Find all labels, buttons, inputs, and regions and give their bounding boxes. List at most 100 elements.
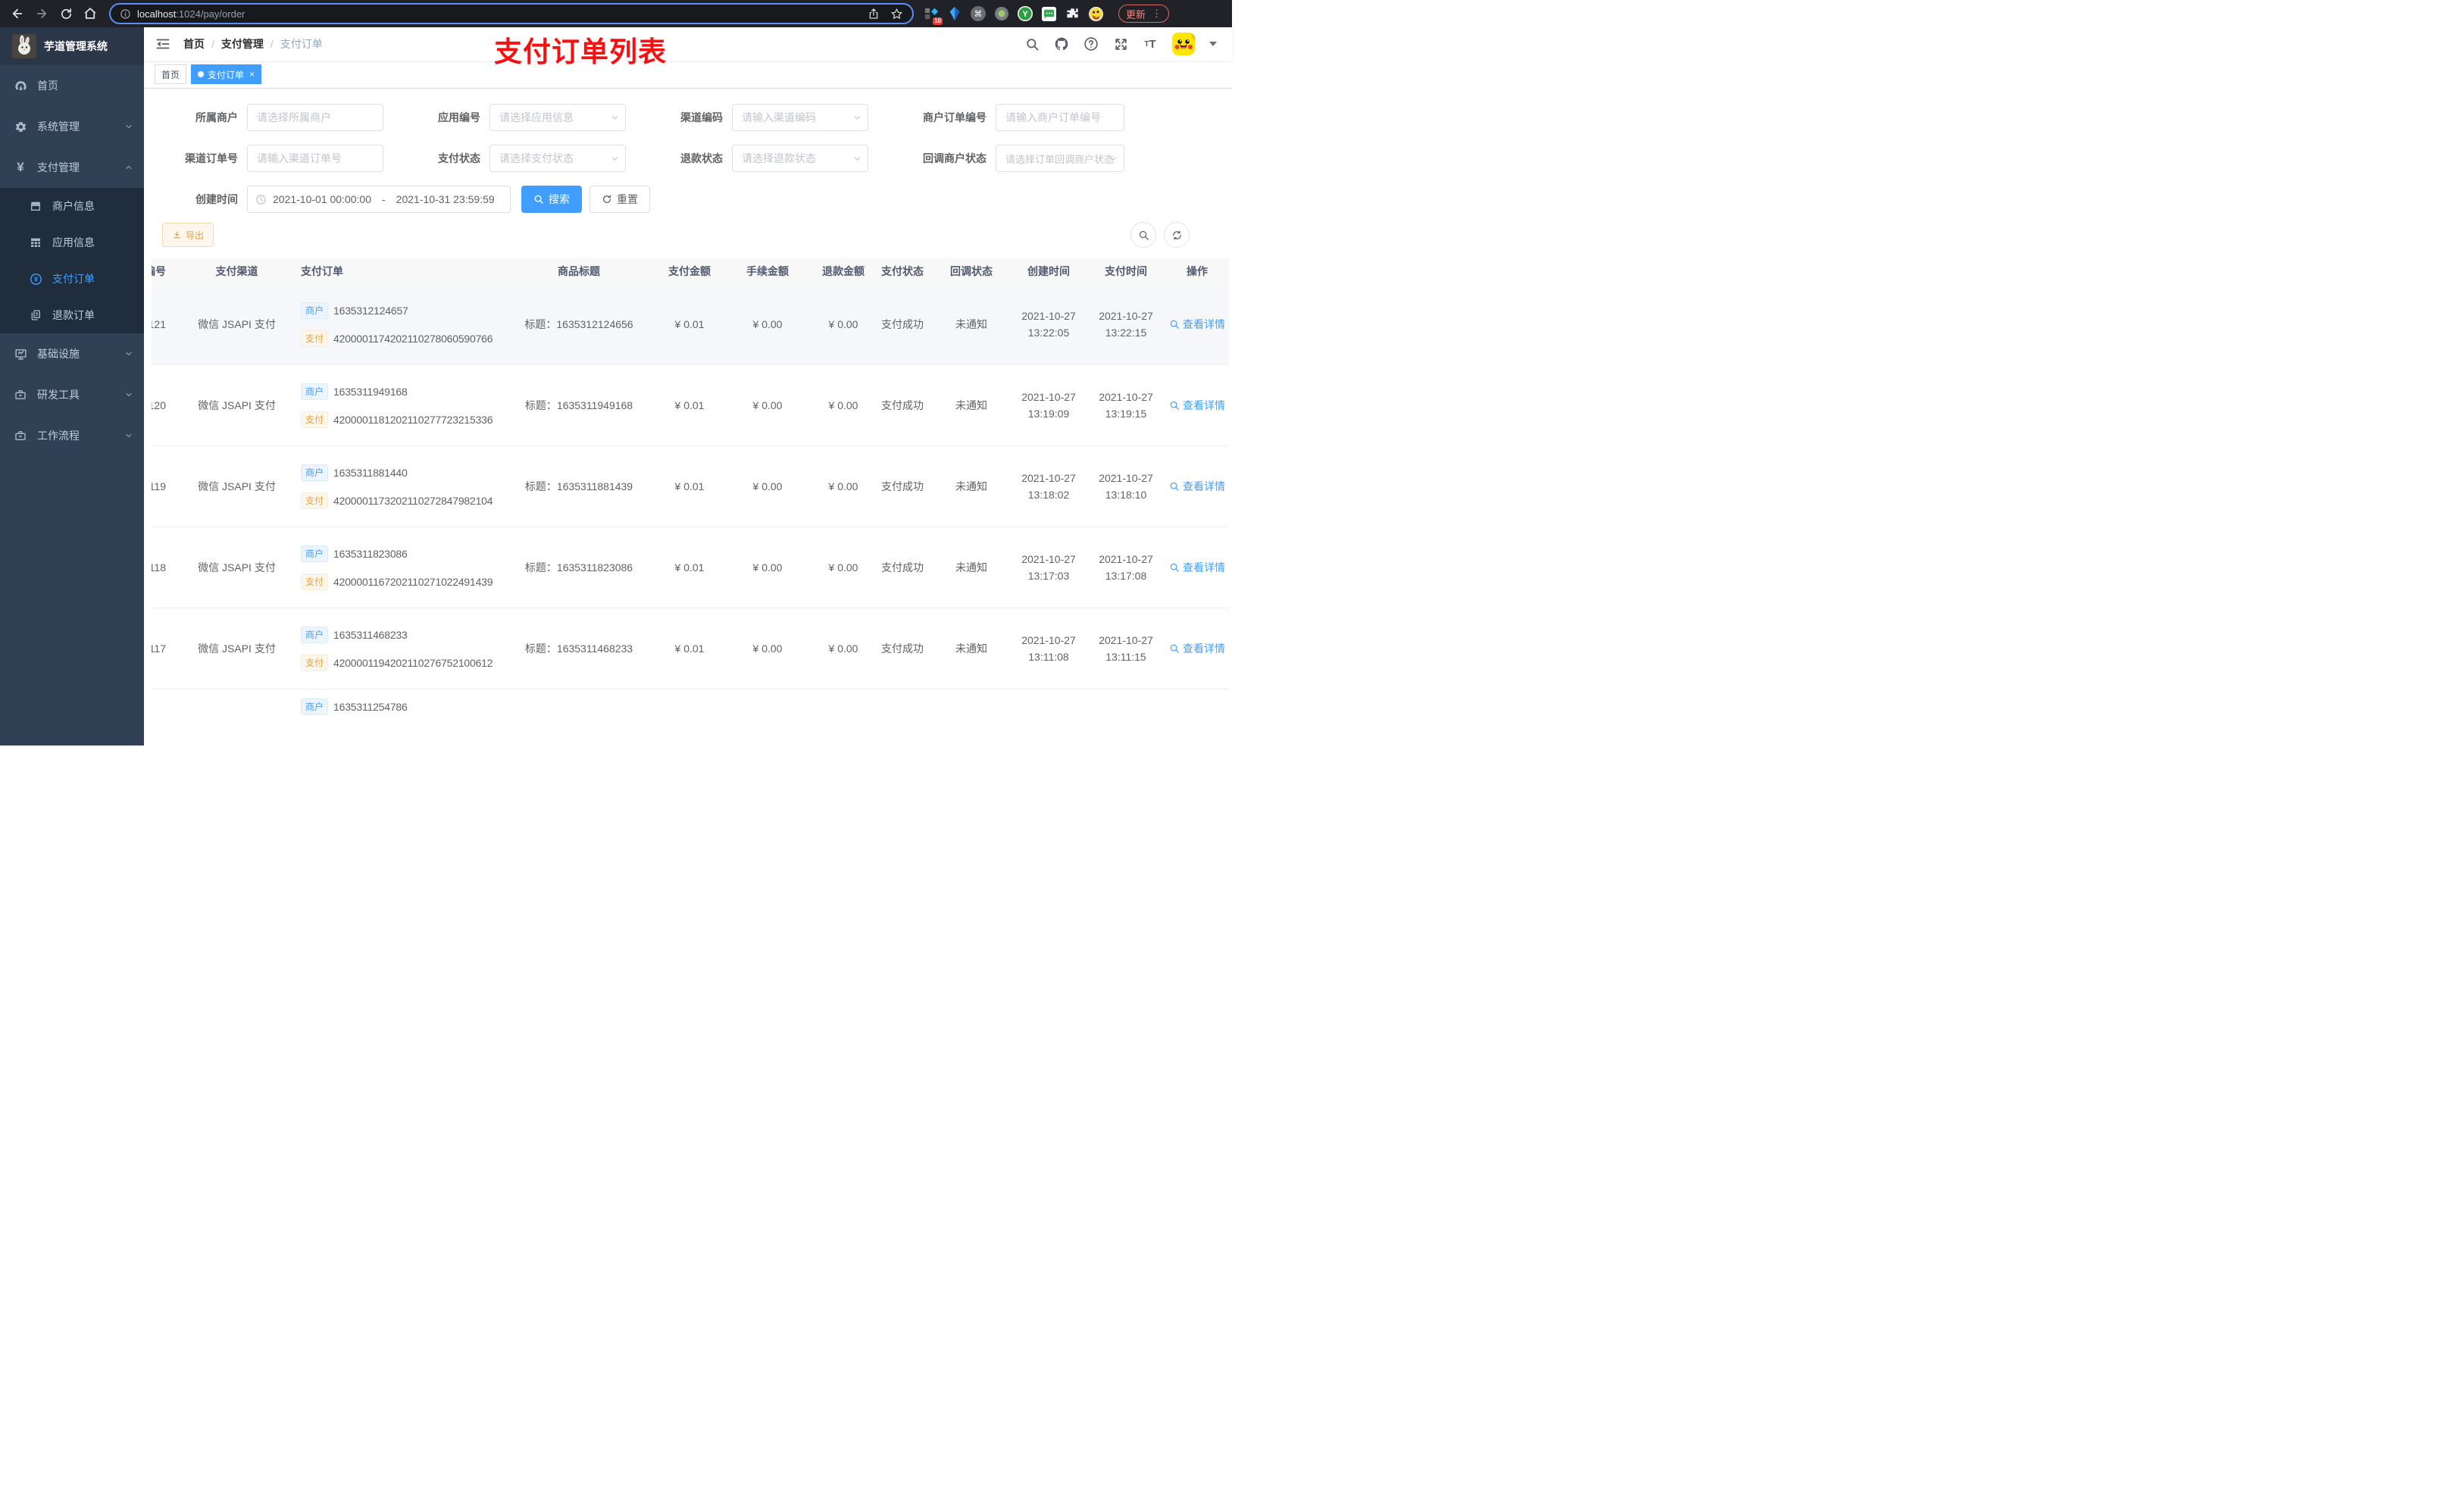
merchant-order-no: 1635312124657 <box>333 304 408 317</box>
row-channel: 微信 JSAPI 支付 <box>198 561 276 574</box>
y-extension-icon[interactable]: Y <box>1017 5 1033 22</box>
view-detail-magnifier-icon <box>1170 644 1179 653</box>
svg-text:¥: ¥ <box>34 275 38 283</box>
reload-icon[interactable] <box>56 4 76 23</box>
app-select[interactable]: 请选择应用信息 <box>489 104 626 131</box>
view-detail-label: 查看详情 <box>1183 480 1225 492</box>
view-detail-link[interactable]: 查看详情 <box>1165 560 1229 575</box>
tag-home[interactable]: 首页 <box>155 64 187 84</box>
tasks-extension-icon[interactable]: 10 <box>923 5 943 25</box>
row-title: 标题：1635312124656 <box>524 318 633 330</box>
font-size-icon[interactable]: TT <box>1143 36 1158 52</box>
channel-order-no-field[interactable] <box>248 152 383 164</box>
export-button[interactable]: 导出 <box>162 223 214 247</box>
channel-order-no-input[interactable] <box>247 145 383 172</box>
back-icon[interactable] <box>8 4 27 23</box>
row-pay-amount: ¥ 0.01 <box>674 561 705 574</box>
pay-date: 2021-10-27 <box>1099 391 1153 403</box>
show-search-button[interactable] <box>1130 222 1156 248</box>
command-extension-icon[interactable]: ⌘ <box>970 5 987 22</box>
merchant-order-no: 1635311949168 <box>333 385 408 398</box>
row-fee-amount: ¥ 0.00 <box>752 480 783 492</box>
chat-extension-icon[interactable] <box>1040 5 1057 22</box>
sidebar-item-workflow[interactable]: 工作流程 <box>0 415 144 456</box>
view-detail-link[interactable]: 查看详情 <box>1165 641 1229 656</box>
forward-icon[interactable] <box>32 4 52 23</box>
extensions-puzzle-icon[interactable] <box>1064 5 1080 22</box>
filter-label: 所属商户 <box>195 111 238 123</box>
merchant-input-field[interactable] <box>248 111 383 123</box>
url-bar[interactable]: localhost:1024/pay/order <box>109 3 914 24</box>
column-header-6: 手续金额 <box>746 265 789 277</box>
sidebar-item-app-info[interactable]: 应用信息 <box>0 224 144 261</box>
sidebar-item-label: 首页 <box>37 80 58 92</box>
breadcrumb: 首页 / 支付管理 / 支付订单 <box>183 36 323 52</box>
merchant-order-no-input[interactable] <box>996 104 1124 131</box>
sidebar-item-system[interactable]: 系统管理 <box>0 106 144 147</box>
user-avatar[interactable] <box>1172 33 1195 55</box>
notify-status-select[interactable]: 请选择订单回调商户状态 <box>996 145 1124 172</box>
sidebar-item-infra[interactable]: 基础设施 <box>0 333 144 374</box>
row-pay-time: 2021-10-27 13:19:15 <box>1087 389 1165 422</box>
sidebar: 芋道管理系统 首页 系统管理 ¥ 支付管理 商户信息 应用信息 ¥ 支付订单 退… <box>0 27 144 746</box>
view-detail-link[interactable]: 查看详情 <box>1165 398 1229 413</box>
refresh-table-button[interactable] <box>1164 222 1190 248</box>
browser-menu-icon[interactable]: ⋮ <box>1152 8 1162 20</box>
filter-label: 支付状态 <box>438 152 480 164</box>
share-icon[interactable] <box>868 8 880 20</box>
sidebar-item-refund-order[interactable]: 退款订单 <box>0 297 144 333</box>
sidebar-toggle-icon[interactable] <box>155 36 171 52</box>
pay-status-select[interactable]: 请选择支付状态 <box>489 145 626 172</box>
breadcrumb-home[interactable]: 首页 <box>183 36 205 52</box>
refund-status-select[interactable]: 请选择退款状态 <box>732 145 868 172</box>
home-icon[interactable] <box>80 4 100 23</box>
sidebar-item-label: 基础设施 <box>37 348 80 360</box>
merchant-input[interactable] <box>247 104 383 131</box>
merchant-tag: 商户 <box>301 464 329 481</box>
fullscreen-icon[interactable] <box>1113 36 1128 52</box>
help-icon[interactable] <box>1083 36 1099 52</box>
sidebar-item-merchant-info[interactable]: 商户信息 <box>0 188 144 224</box>
pay-order-line: 支付 4200001167202110271022491439 <box>301 573 500 590</box>
view-detail-magnifier-icon <box>1170 482 1179 491</box>
tags-view: 首页 支付订单 × <box>144 61 1232 89</box>
create-date: 2021-10-27 <box>1021 391 1076 403</box>
sidebar-item-pay-order[interactable]: ¥ 支付订单 <box>0 261 144 297</box>
pay-tag: 支付 <box>301 492 329 509</box>
breadcrumb-pay[interactable]: 支付管理 <box>221 36 264 52</box>
profile-avatar-icon[interactable] <box>1087 5 1104 22</box>
select-placeholder: 请选择订单回调商户状态 <box>1005 153 1115 165</box>
export-button-label: 导出 <box>186 230 205 241</box>
sidebar-item-dev-tools[interactable]: 研发工具 <box>0 374 144 415</box>
channel-code-select[interactable]: 请输入渠道编码 <box>732 104 868 131</box>
view-detail-link[interactable]: 查看详情 <box>1165 317 1229 332</box>
github-icon[interactable] <box>1054 36 1069 52</box>
svg-text:Y: Y <box>1022 10 1028 19</box>
kite-extension-icon[interactable] <box>946 5 963 22</box>
reset-button[interactable]: 重置 <box>589 186 650 213</box>
browser-update-button[interactable]: 更新 ⋮ <box>1118 5 1170 23</box>
row-pay-time: 2021-10-27 13:17:08 <box>1087 551 1165 584</box>
sidebar-item-pay[interactable]: ¥ 支付管理 <box>0 147 144 188</box>
table-row: 120 微信 JSAPI 支付 商户 1635311949168 支付 420000118… <box>152 365 1229 446</box>
recorder-extension-icon[interactable] <box>993 5 1010 22</box>
app-logo[interactable]: 芋道管理系统 <box>0 27 144 65</box>
breadcrumb-separator: / <box>270 38 274 50</box>
avatar-dropdown-caret[interactable] <box>1209 42 1217 46</box>
search-button[interactable]: 搜索 <box>521 186 582 213</box>
filter-label: 退款状态 <box>680 152 723 164</box>
bookmark-star-icon[interactable] <box>890 8 903 20</box>
merchant-order-line: 商户 1635311949168 <box>301 383 500 400</box>
close-icon[interactable]: × <box>249 70 255 79</box>
site-info-icon[interactable] <box>120 8 131 20</box>
view-detail-link[interactable]: 查看详情 <box>1165 479 1229 494</box>
tag-pay-order[interactable]: 支付订单 × <box>191 64 262 84</box>
merchant-order-no-field[interactable] <box>996 111 1124 123</box>
view-detail-label: 查看详情 <box>1183 399 1225 411</box>
create-time-range[interactable]: 2021-10-01 00:00:00 - 2021-10-31 23:59:5… <box>247 186 511 213</box>
filter-label: 回调商户状态 <box>923 152 987 164</box>
date-start: 2021-10-01 00:00:00 <box>273 193 371 205</box>
search-icon[interactable] <box>1024 36 1040 52</box>
sidebar-item-home[interactable]: 首页 <box>0 65 144 106</box>
clock-icon <box>255 194 267 205</box>
